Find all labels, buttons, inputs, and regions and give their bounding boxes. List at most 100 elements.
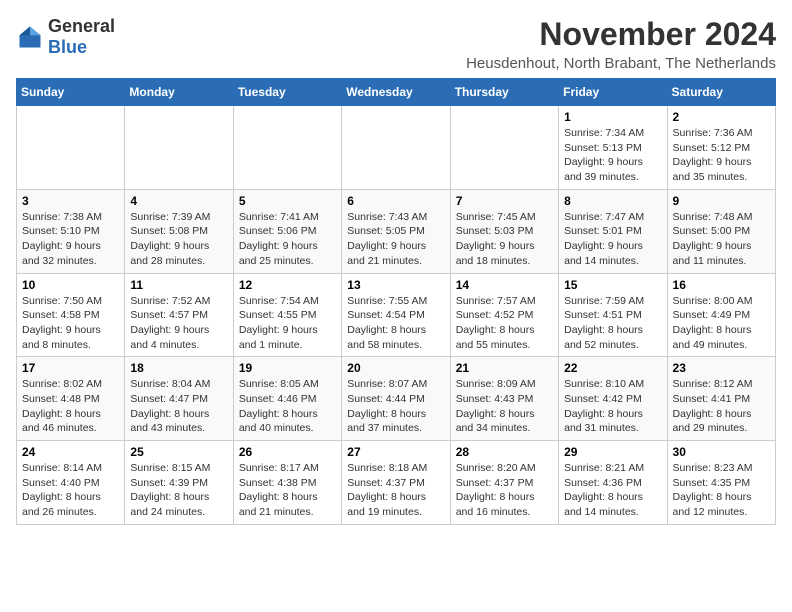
day-cell: 25Sunrise: 8:15 AM Sunset: 4:39 PM Dayli… <box>125 441 233 525</box>
day-number: 24 <box>22 445 119 459</box>
day-info: Sunrise: 7:43 AM Sunset: 5:05 PM Dayligh… <box>347 210 444 269</box>
header-day-tuesday: Tuesday <box>233 79 341 106</box>
day-info: Sunrise: 7:41 AM Sunset: 5:06 PM Dayligh… <box>239 210 336 269</box>
day-number: 11 <box>130 278 227 292</box>
day-cell: 15 Sunrise: 7:59 AM Sunset: 4:51 PM Dayli… <box>559 273 667 357</box>
day-info: Sunrise: 8:12 AM Sunset: 4:41 PM Dayligh… <box>673 377 770 436</box>
day-number: 13 <box>347 278 444 292</box>
day-info: Sunrise: 7:52 AM Sunset: 4:57 PM Dayligh… <box>130 294 227 353</box>
day-cell: 28 Sunrise: 8:20 AM Sunset: 4:37 PM Dayli… <box>450 441 558 525</box>
day-cell: 30 Sunrise: 8:23 AM Sunset: 4:35 PM Dayli… <box>667 441 775 525</box>
day-info: Sunrise: 8:05 AM Sunset: 4:46 PM Dayligh… <box>239 377 336 436</box>
week-row-2: 3Sunrise: 7:38 AM Sunset: 5:10 PM Daylig… <box>17 189 776 273</box>
day-number: 18 <box>130 361 227 375</box>
logo: General Blue <box>16 16 115 58</box>
day-cell <box>450 106 558 190</box>
day-info: Sunrise: 8:21 AM Sunset: 4:36 PM Dayligh… <box>564 461 661 520</box>
main-title: November 2024 <box>466 16 776 53</box>
day-info: Sunrise: 8:20 AM Sunset: 4:37 PM Dayligh… <box>456 461 553 520</box>
day-number: 2 <box>673 110 770 124</box>
logo-text: General Blue <box>48 16 115 58</box>
week-row-5: 24Sunrise: 8:14 AM Sunset: 4:40 PM Dayli… <box>17 441 776 525</box>
day-info: Sunrise: 8:02 AM Sunset: 4:48 PM Dayligh… <box>22 377 119 436</box>
header-day-sunday: Sunday <box>17 79 125 106</box>
day-cell: 3Sunrise: 7:38 AM Sunset: 5:10 PM Daylig… <box>17 189 125 273</box>
day-info: Sunrise: 7:47 AM Sunset: 5:01 PM Dayligh… <box>564 210 661 269</box>
day-info: Sunrise: 7:48 AM Sunset: 5:00 PM Dayligh… <box>673 210 770 269</box>
day-cell: 11 Sunrise: 7:52 AM Sunset: 4:57 PM Dayli… <box>125 273 233 357</box>
day-number: 22 <box>564 361 661 375</box>
day-number: 4 <box>130 194 227 208</box>
day-cell: 2Sunrise: 7:36 AM Sunset: 5:12 PM Daylig… <box>667 106 775 190</box>
day-info: Sunrise: 7:57 AM Sunset: 4:52 PM Dayligh… <box>456 294 553 353</box>
day-info: Sunrise: 7:38 AM Sunset: 5:10 PM Dayligh… <box>22 210 119 269</box>
day-cell: 8 Sunrise: 7:47 AM Sunset: 5:01 PM Daylig… <box>559 189 667 273</box>
day-cell: 5Sunrise: 7:41 AM Sunset: 5:06 PM Daylig… <box>233 189 341 273</box>
day-cell <box>17 106 125 190</box>
day-number: 15 <box>564 278 661 292</box>
day-number: 1 <box>564 110 661 124</box>
day-number: 30 <box>673 445 770 459</box>
day-cell: 13 Sunrise: 7:55 AM Sunset: 4:54 PM Dayli… <box>342 273 450 357</box>
day-number: 9 <box>673 194 770 208</box>
day-cell: 16 Sunrise: 8:00 AM Sunset: 4:49 PM Dayli… <box>667 273 775 357</box>
week-row-4: 17Sunrise: 8:02 AM Sunset: 4:48 PM Dayli… <box>17 357 776 441</box>
day-number: 26 <box>239 445 336 459</box>
day-info: Sunrise: 7:45 AM Sunset: 5:03 PM Dayligh… <box>456 210 553 269</box>
day-info: Sunrise: 8:23 AM Sunset: 4:35 PM Dayligh… <box>673 461 770 520</box>
title-block: November 2024 Heusdenhout, North Brabant… <box>466 16 776 72</box>
subtitle: Heusdenhout, North Brabant, The Netherla… <box>466 55 776 72</box>
day-info: Sunrise: 8:09 AM Sunset: 4:43 PM Dayligh… <box>456 377 553 436</box>
day-cell: 9 Sunrise: 7:48 AM Sunset: 5:00 PM Daylig… <box>667 189 775 273</box>
day-info: Sunrise: 7:59 AM Sunset: 4:51 PM Dayligh… <box>564 294 661 353</box>
day-cell: 7 Sunrise: 7:45 AM Sunset: 5:03 PM Daylig… <box>450 189 558 273</box>
calendar: SundayMondayTuesdayWednesdayThursdayFrid… <box>16 78 776 525</box>
day-info: Sunrise: 8:04 AM Sunset: 4:47 PM Dayligh… <box>130 377 227 436</box>
day-cell: 24Sunrise: 8:14 AM Sunset: 4:40 PM Dayli… <box>17 441 125 525</box>
day-number: 6 <box>347 194 444 208</box>
calendar-header-row: SundayMondayTuesdayWednesdayThursdayFrid… <box>17 79 776 106</box>
day-cell: 10Sunrise: 7:50 AM Sunset: 4:58 PM Dayli… <box>17 273 125 357</box>
day-number: 27 <box>347 445 444 459</box>
day-number: 8 <box>564 194 661 208</box>
week-row-3: 10Sunrise: 7:50 AM Sunset: 4:58 PM Dayli… <box>17 273 776 357</box>
logo-icon <box>16 23 44 51</box>
day-number: 14 <box>456 278 553 292</box>
day-number: 10 <box>22 278 119 292</box>
day-number: 21 <box>456 361 553 375</box>
day-info: Sunrise: 7:55 AM Sunset: 4:54 PM Dayligh… <box>347 294 444 353</box>
day-cell: 26Sunrise: 8:17 AM Sunset: 4:38 PM Dayli… <box>233 441 341 525</box>
day-info: Sunrise: 8:07 AM Sunset: 4:44 PM Dayligh… <box>347 377 444 436</box>
day-cell <box>125 106 233 190</box>
day-cell: 4 Sunrise: 7:39 AM Sunset: 5:08 PM Daylig… <box>125 189 233 273</box>
day-number: 28 <box>456 445 553 459</box>
day-cell: 21 Sunrise: 8:09 AM Sunset: 4:43 PM Dayli… <box>450 357 558 441</box>
header-day-monday: Monday <box>125 79 233 106</box>
day-cell: 6 Sunrise: 7:43 AM Sunset: 5:05 PM Daylig… <box>342 189 450 273</box>
day-cell: 23 Sunrise: 8:12 AM Sunset: 4:41 PM Dayli… <box>667 357 775 441</box>
day-info: Sunrise: 8:18 AM Sunset: 4:37 PM Dayligh… <box>347 461 444 520</box>
day-cell <box>342 106 450 190</box>
day-info: Sunrise: 7:39 AM Sunset: 5:08 PM Dayligh… <box>130 210 227 269</box>
day-number: 20 <box>347 361 444 375</box>
day-number: 12 <box>239 278 336 292</box>
day-info: Sunrise: 8:15 AM Sunset: 4:39 PM Dayligh… <box>130 461 227 520</box>
day-number: 16 <box>673 278 770 292</box>
week-row-1: 1 Sunrise: 7:34 AM Sunset: 5:13 PM Daylig… <box>17 106 776 190</box>
day-info: Sunrise: 8:00 AM Sunset: 4:49 PM Dayligh… <box>673 294 770 353</box>
header-day-wednesday: Wednesday <box>342 79 450 106</box>
header-day-saturday: Saturday <box>667 79 775 106</box>
day-info: Sunrise: 7:34 AM Sunset: 5:13 PM Dayligh… <box>564 126 661 185</box>
header-day-thursday: Thursday <box>450 79 558 106</box>
day-number: 7 <box>456 194 553 208</box>
day-cell: 17Sunrise: 8:02 AM Sunset: 4:48 PM Dayli… <box>17 357 125 441</box>
day-cell: 20 Sunrise: 8:07 AM Sunset: 4:44 PM Dayli… <box>342 357 450 441</box>
day-cell: 18 Sunrise: 8:04 AM Sunset: 4:47 PM Dayli… <box>125 357 233 441</box>
header-day-friday: Friday <box>559 79 667 106</box>
day-cell: 29 Sunrise: 8:21 AM Sunset: 4:36 PM Dayli… <box>559 441 667 525</box>
day-info: Sunrise: 8:10 AM Sunset: 4:42 PM Dayligh… <box>564 377 661 436</box>
day-cell: 14 Sunrise: 7:57 AM Sunset: 4:52 PM Dayli… <box>450 273 558 357</box>
day-number: 23 <box>673 361 770 375</box>
day-cell: 27 Sunrise: 8:18 AM Sunset: 4:37 PM Dayli… <box>342 441 450 525</box>
day-number: 29 <box>564 445 661 459</box>
